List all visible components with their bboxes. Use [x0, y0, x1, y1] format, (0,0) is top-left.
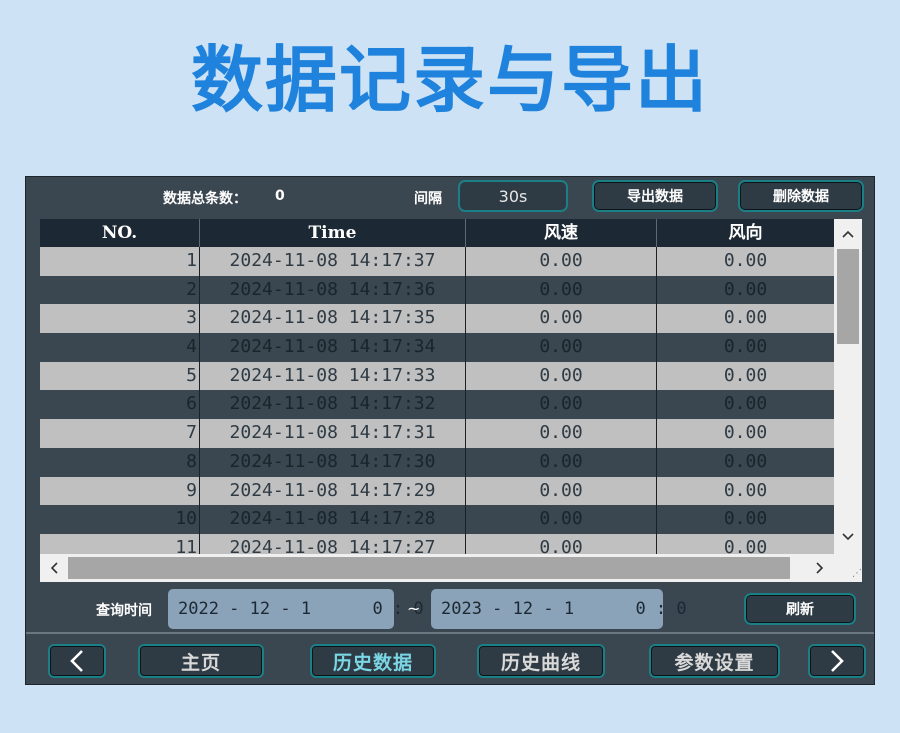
column-header-no: NO.	[40, 219, 200, 247]
interval-label: 间隔	[414, 191, 442, 207]
cell-wind-speed: 0.00	[466, 533, 657, 554]
cell-time: 2024-11-08 14:17:36	[200, 275, 466, 305]
cell-time: 2024-11-08 14:17:28	[200, 505, 466, 534]
cell-wind-direction: 0.00	[723, 393, 768, 415]
table-row[interactable]: 2 2024-11-08 14:17:36 0.00 0.00	[40, 275, 834, 305]
cell-no: 4	[40, 333, 200, 362]
record-count-value: 0	[275, 188, 285, 204]
column-header-wind-direction: 风向	[728, 223, 763, 243]
divider	[26, 632, 874, 634]
horizontal-scroll-thumb[interactable]	[68, 557, 790, 579]
cell-wind-speed: 0.00	[466, 333, 657, 362]
refresh-button[interactable]: 刷新	[744, 593, 856, 625]
cell-no: 3	[40, 304, 200, 334]
cell-wind-direction: 0.00	[723, 278, 768, 300]
page-headline: 数据记录与导出	[190, 38, 709, 122]
resize-grip-icon: ⋰	[834, 554, 862, 582]
cell-no: 6	[40, 390, 200, 420]
record-count-label: 数据总条数：	[163, 191, 247, 207]
chevron-right-icon	[831, 650, 844, 672]
cell-no: 10	[40, 505, 200, 534]
table-row[interactable]: 5 2024-11-08 14:17:33 0.00 0.00	[40, 361, 834, 391]
cell-wind-direction: 0.00	[723, 422, 768, 444]
cell-time: 2024-11-08 14:17:32	[200, 390, 466, 420]
data-table: NO. Time 风速 风向 1 2024-11-08 14:17:37 0.00 0…	[40, 219, 862, 582]
vertical-scroll-thumb[interactable]	[837, 249, 859, 344]
cell-no: 9	[40, 476, 200, 506]
cell-time: 2024-11-08 14:17:27	[200, 533, 466, 554]
caret-right-icon[interactable]	[806, 555, 834, 581]
table-body: 1 2024-11-08 14:17:37 0.00 0.00 2 2024-11-08 …	[40, 247, 834, 554]
table-row[interactable]: 11 2024-11-08 14:17:27 0.00 0.00	[40, 533, 834, 554]
chevron-left-icon	[70, 650, 83, 672]
cell-wind-speed: 0.00	[466, 275, 657, 305]
cell-wind-direction: 0.00	[723, 536, 768, 554]
cell-wind-speed: 0.00	[466, 505, 657, 534]
nav-settings-button[interactable]: 参数设置	[649, 644, 780, 678]
cell-wind-direction: 0.00	[723, 508, 768, 530]
column-header-wind-speed: 风速	[466, 219, 657, 247]
toolbar: 数据总条数： 0 间隔 30s 导出数据 删除数据	[26, 177, 874, 217]
export-data-button[interactable]: 导出数据	[592, 180, 718, 212]
caret-down-icon[interactable]	[834, 524, 862, 550]
cell-time: 2024-11-08 14:17:31	[200, 419, 466, 448]
column-header-time: Time	[200, 219, 466, 247]
cell-wind-direction: 0.00	[723, 307, 768, 329]
table-header: NO. Time 风速 风向	[40, 219, 834, 247]
cell-wind-direction: 0.00	[723, 450, 768, 472]
interval-input[interactable]: 30s	[458, 180, 568, 212]
cell-no: 5	[40, 361, 200, 391]
table-row[interactable]: 10 2024-11-08 14:17:28 0.00 0.00	[40, 505, 834, 534]
next-page-button[interactable]	[808, 644, 866, 678]
cell-time: 2024-11-08 14:17:37	[200, 247, 466, 276]
horizontal-scrollbar[interactable]	[40, 554, 834, 582]
table-row[interactable]: 3 2024-11-08 14:17:35 0.00 0.00	[40, 304, 834, 334]
cell-no: 2	[40, 275, 200, 305]
table-row[interactable]: 9 2024-11-08 14:17:29 0.00 0.00	[40, 476, 834, 506]
start-date-input[interactable]: 2022 - 12 - 1 0 : 0	[168, 589, 424, 629]
cell-wind-speed: 0.00	[466, 476, 657, 506]
cell-wind-speed: 0.00	[466, 390, 657, 420]
nav-home-button[interactable]: 主页	[138, 644, 264, 678]
cell-wind-speed: 0.00	[466, 419, 657, 448]
cell-wind-speed: 0.00	[466, 247, 657, 276]
cell-wind-direction: 0.00	[723, 364, 768, 386]
cell-wind-direction: 0.00	[723, 250, 768, 271]
date-range-separator: ~	[407, 599, 421, 618]
cell-wind-direction: 0.00	[723, 479, 768, 501]
cell-no: 11	[40, 533, 200, 554]
cell-wind-speed: 0.00	[466, 447, 657, 477]
delete-data-button[interactable]: 删除数据	[738, 180, 864, 212]
cell-time: 2024-11-08 14:17:29	[200, 476, 466, 506]
caret-up-icon[interactable]	[834, 221, 862, 247]
table-row[interactable]: 4 2024-11-08 14:17:34 0.00 0.00	[40, 333, 834, 362]
table-grid: NO. Time 风速 风向 1 2024-11-08 14:17:37 0.00 0…	[40, 219, 834, 554]
cell-time: 2024-11-08 14:17:30	[200, 447, 466, 477]
nav-history-curve-button[interactable]: 历史曲线	[477, 644, 605, 678]
cell-no: 7	[40, 419, 200, 448]
cell-wind-direction: 0.00	[723, 336, 768, 358]
cell-wind-speed: 0.00	[466, 361, 657, 391]
table-row[interactable]: 6 2024-11-08 14:17:32 0.00 0.00	[40, 390, 834, 420]
cell-time: 2024-11-08 14:17:33	[200, 361, 466, 391]
cell-wind-speed: 0.00	[466, 304, 657, 334]
vertical-scrollbar[interactable]	[834, 219, 862, 554]
end-date-input[interactable]: 2023 - 12 - 1 0 : 0	[431, 589, 687, 629]
caret-left-icon[interactable]	[40, 555, 68, 581]
cell-no: 8	[40, 447, 200, 477]
nav-history-data-button[interactable]: 历史数据	[310, 644, 436, 678]
table-row[interactable]: 8 2024-11-08 14:17:30 0.00 0.00	[40, 447, 834, 477]
table-row[interactable]: 1 2024-11-08 14:17:37 0.00 0.00	[40, 247, 834, 276]
cell-time: 2024-11-08 14:17:35	[200, 304, 466, 334]
cell-time: 2024-11-08 14:17:34	[200, 333, 466, 362]
table-row[interactable]: 7 2024-11-08 14:17:31 0.00 0.00	[40, 419, 834, 448]
data-record-panel: 数据总条数： 0 间隔 30s 导出数据 删除数据 NO. Time 风速 风向…	[25, 176, 875, 685]
cell-no: 1	[40, 247, 200, 276]
query-time-label: 查询时间	[96, 603, 152, 619]
prev-page-button[interactable]	[48, 644, 106, 678]
